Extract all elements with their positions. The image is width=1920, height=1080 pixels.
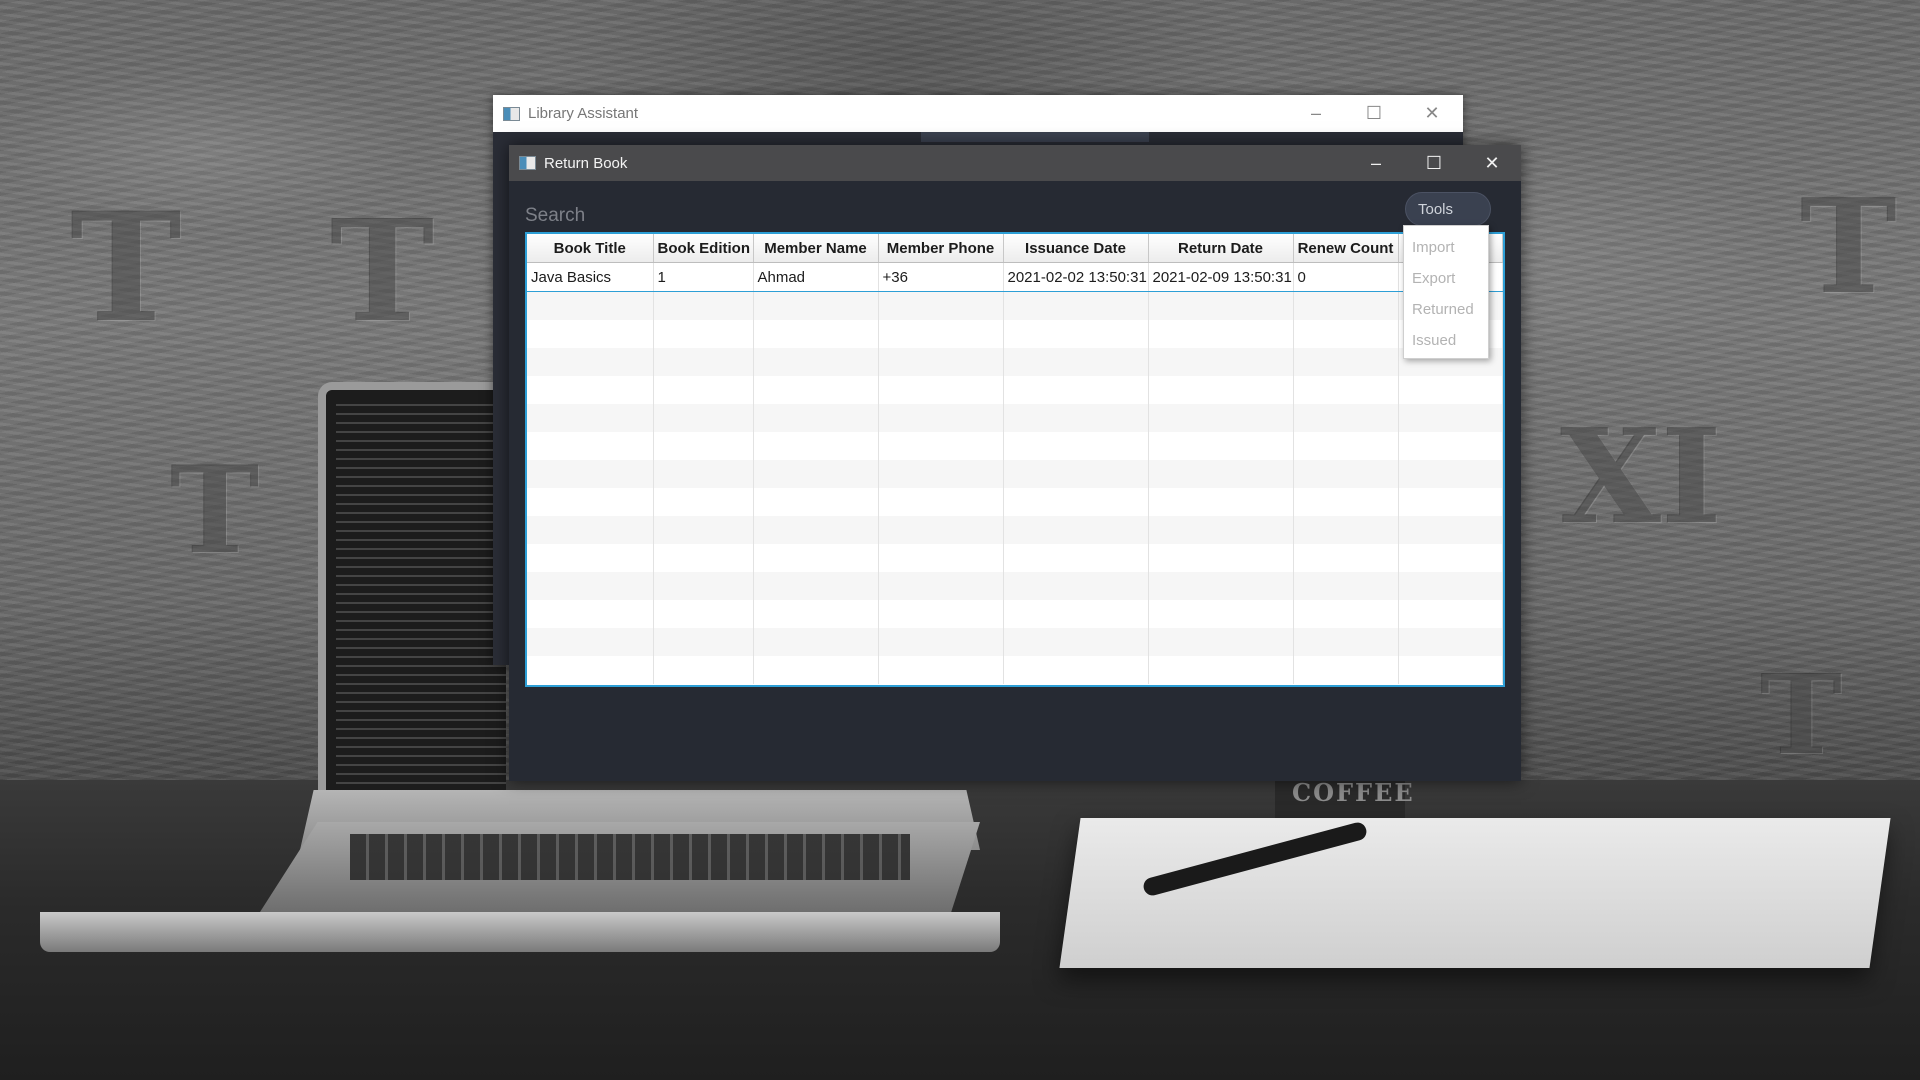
minimize-button[interactable]: –: [1347, 145, 1405, 181]
return-book-table[interactable]: Book Title Book Edition Member Name Memb…: [525, 232, 1505, 687]
app-window-icon: [503, 106, 520, 121]
close-button[interactable]: ✕: [1463, 145, 1521, 181]
cell-issuance-date: 2021-02-02 13:50:31: [1003, 262, 1149, 292]
laptop-front-edge: [40, 912, 1000, 952]
cell-member-phone: +36: [878, 262, 1004, 292]
return-book-window: Return Book – ☐ ✕ Tools Book Title Book …: [509, 145, 1521, 781]
wallpaper-letter: T: [170, 440, 260, 581]
wallpaper-letter: T: [1800, 170, 1897, 323]
cell-return-date: 2021-02-09 13:50:31: [1148, 262, 1294, 292]
laptop-keyboard: [260, 822, 980, 912]
wallpaper-letter: T: [70, 180, 182, 356]
maximize-button[interactable]: ☐: [1405, 145, 1463, 181]
app-window-icon: [519, 156, 536, 170]
empty-row: [527, 376, 1503, 404]
column-header-member-name[interactable]: Member Name: [753, 234, 879, 263]
close-button[interactable]: ✕: [1403, 95, 1461, 132]
empty-row: [527, 488, 1503, 516]
tools-menu-button[interactable]: Tools: [1405, 192, 1491, 226]
column-header-return-date[interactable]: Return Date: [1148, 234, 1294, 263]
empty-row: [527, 320, 1503, 348]
column-header-renew-count[interactable]: Renew Count: [1293, 234, 1399, 263]
menu-item-returned[interactable]: Returned: [1404, 294, 1488, 325]
wallpaper-letter: T: [1760, 650, 1842, 779]
maximize-button[interactable]: ☐: [1345, 95, 1403, 132]
menu-item-issued[interactable]: Issued: [1404, 325, 1488, 356]
column-header-member-phone[interactable]: Member Phone: [878, 234, 1004, 263]
empty-row: [527, 404, 1503, 432]
table-body: Java Basics 1 Ahmad +36 2021-02-02 13:50…: [527, 262, 1503, 684]
empty-row: [527, 628, 1503, 656]
wallpaper-letter: XI: [1560, 400, 1722, 553]
cell-book-title: Java Basics: [527, 262, 654, 292]
column-header-book-edition[interactable]: Book Edition: [653, 234, 754, 263]
column-header-book-title[interactable]: Book Title: [527, 234, 654, 263]
empty-row: [527, 656, 1503, 684]
tab-strip-fragment: [921, 132, 1149, 142]
laptop-screen: [318, 382, 506, 808]
search-input[interactable]: [525, 201, 1025, 231]
empty-row: [527, 544, 1503, 572]
empty-row: [527, 460, 1503, 488]
minimize-button[interactable]: –: [1287, 95, 1345, 132]
library-assistant-titlebar[interactable]: Library Assistant – ☐ ✕: [493, 95, 1463, 132]
window-title: Library Assistant: [528, 105, 639, 122]
empty-row: [527, 348, 1503, 376]
empty-row: [527, 432, 1503, 460]
window-title: Return Book: [544, 154, 628, 172]
cell-member-name: Ahmad: [753, 262, 879, 292]
menu-item-export[interactable]: Export: [1404, 263, 1488, 294]
tools-dropdown-menu: Import Export Returned Issued: [1403, 225, 1489, 359]
empty-row: [527, 291, 1503, 320]
empty-row: [527, 600, 1503, 628]
table-header-row: Book Title Book Edition Member Name Memb…: [527, 234, 1503, 263]
empty-row: [527, 516, 1503, 544]
empty-row: [527, 572, 1503, 600]
notebook: [1059, 818, 1891, 968]
column-header-issuance-date[interactable]: Issuance Date: [1003, 234, 1149, 263]
cell-renew-count: 0: [1293, 262, 1399, 292]
wallpaper-letter: T: [330, 190, 435, 354]
cell-book-edition: 1: [653, 262, 754, 292]
table-row[interactable]: Java Basics 1 Ahmad +36 2021-02-02 13:50…: [527, 262, 1503, 292]
menu-item-import[interactable]: Import: [1404, 232, 1488, 263]
coffee-mug-label: COFFEE: [1292, 778, 1415, 807]
return-book-titlebar[interactable]: Return Book – ☐ ✕: [509, 145, 1521, 181]
